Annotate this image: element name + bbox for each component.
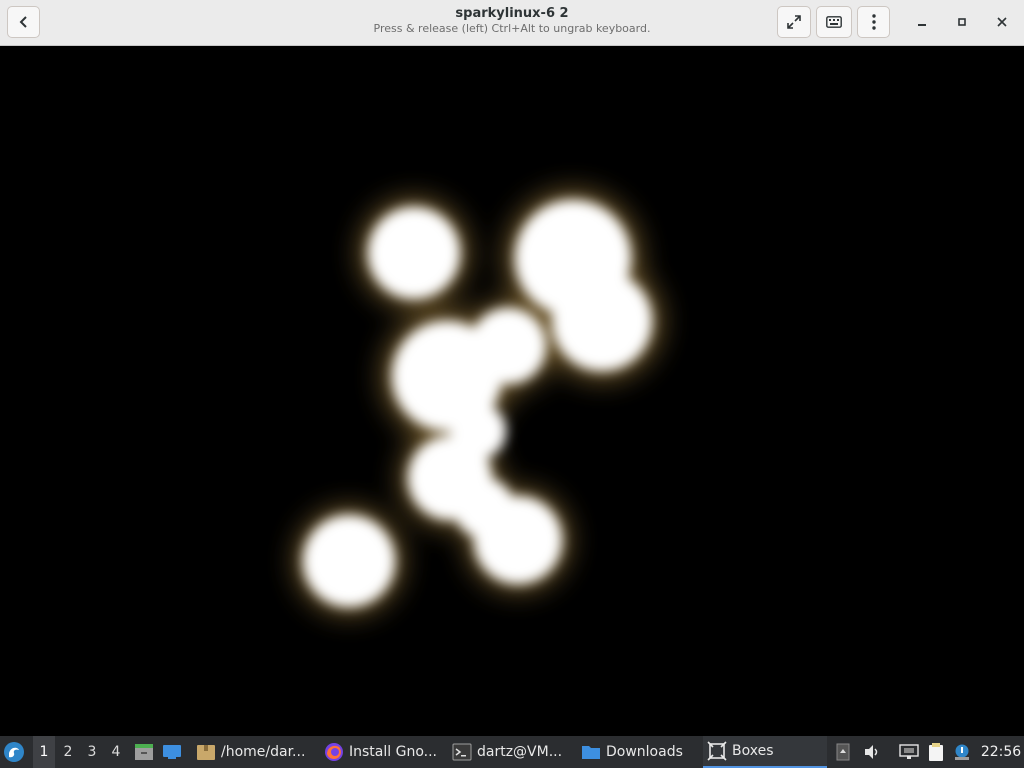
task-terminal[interactable]: dartz@VM... [448, 736, 572, 768]
fullscreen-icon [787, 15, 801, 29]
maximize-icon [958, 18, 966, 26]
workspace-4[interactable]: 4 [105, 736, 127, 768]
clock[interactable]: 22:56 [978, 736, 1024, 768]
back-button[interactable] [7, 6, 40, 38]
fullscreen-button[interactable] [777, 6, 811, 38]
boxes-icon [707, 741, 727, 761]
workspace-1[interactable]: 1 [33, 736, 55, 768]
close-icon [997, 17, 1007, 27]
workspace-2[interactable]: 2 [57, 736, 79, 768]
task-label: dartz@VM... [477, 744, 563, 760]
header-bar: sparkylinux-6 2 Press & release (left) C… [0, 0, 1024, 46]
kebab-menu-icon [871, 14, 876, 30]
start-menu-button[interactable] [3, 736, 29, 768]
terminal-icon [452, 743, 472, 761]
minimize-icon [918, 24, 926, 26]
scroll-up-icon [836, 743, 850, 761]
firefox-icon [325, 743, 343, 761]
desktop-icon [163, 745, 181, 759]
clipboard-icon [929, 743, 943, 761]
drawer-icon [135, 744, 153, 760]
workspace-3[interactable]: 3 [81, 736, 103, 768]
show-desktop-button[interactable] [160, 736, 184, 768]
menu-button[interactable] [857, 6, 890, 38]
tray-scroll-button[interactable] [834, 736, 852, 768]
keyboard-icon [826, 16, 842, 28]
task-boxes[interactable]: Boxes [703, 736, 827, 768]
window-title: sparkylinux-6 2 [455, 6, 569, 21]
file-manager-launcher[interactable] [133, 736, 155, 768]
maximize-button[interactable] [948, 8, 976, 36]
sparky-logo-icon [4, 742, 24, 762]
task-label: Boxes [732, 743, 774, 759]
task-label: Install Gno... [349, 744, 437, 760]
task-firefox[interactable]: Install Gno... [320, 736, 440, 768]
clipboard-button[interactable] [925, 736, 947, 768]
title-area: sparkylinux-6 2 Press & release (left) C… [300, 5, 724, 36]
window-subtitle: Press & release (left) Ctrl+Alt to ungra… [373, 22, 651, 35]
network-icon [899, 744, 919, 759]
task-label: Downloads [606, 744, 683, 760]
back-arrow-icon [19, 16, 27, 28]
folder-icon [197, 745, 215, 760]
task-home-folder[interactable]: /home/dar... [192, 736, 310, 768]
volume-icon [865, 745, 878, 759]
network-button[interactable] [897, 736, 921, 768]
minimize-button[interactable] [908, 8, 936, 36]
taskbar: 1 2 3 4 /home/dar... Install Gno... dart… [0, 736, 1024, 768]
close-button[interactable] [988, 8, 1016, 36]
boot-splash-graphic [295, 190, 662, 615]
task-label: /home/dar... [221, 744, 306, 760]
folder-blue-icon [582, 746, 600, 759]
keyboard-button[interactable] [816, 6, 852, 38]
updates-button[interactable] [951, 736, 973, 768]
update-notifier-icon [955, 744, 969, 760]
task-downloads[interactable]: Downloads [577, 736, 695, 768]
vm-display[interactable] [0, 46, 1024, 736]
volume-button[interactable] [860, 736, 884, 768]
